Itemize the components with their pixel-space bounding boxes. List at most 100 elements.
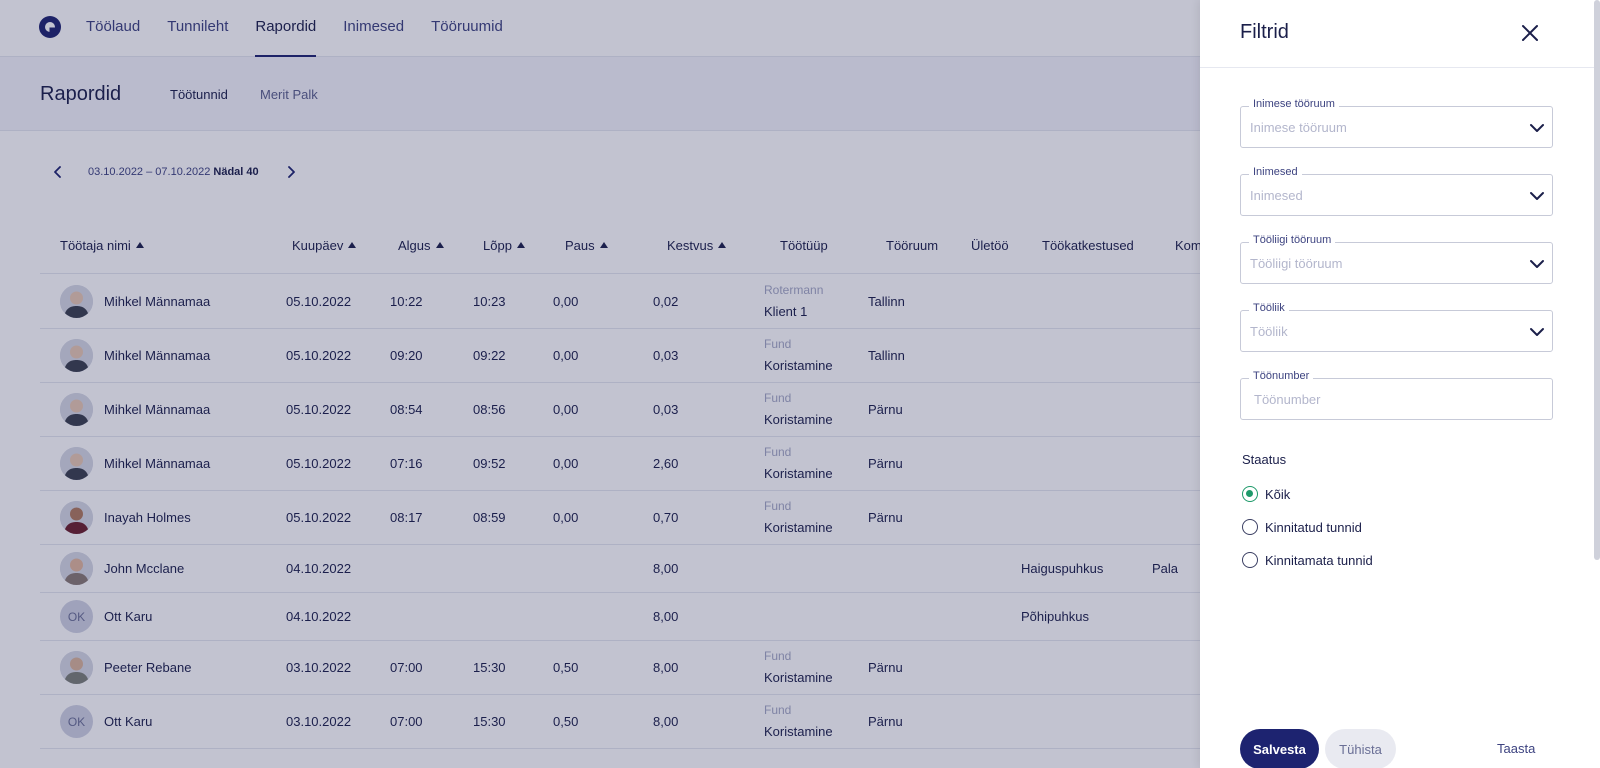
table-row[interactable]: Mihkel Männamaa 05.10.2022 10:22 10:23 0,00 0… [40, 274, 1200, 329]
sort-asc-icon [435, 242, 444, 248]
app-logo-icon[interactable] [39, 16, 61, 38]
employee-name: Mihkel Männamaa [104, 348, 211, 363]
avatar [60, 285, 93, 318]
tooliik-select[interactable]: Tööliik Tööliik [1240, 302, 1553, 352]
tab-merit-palk[interactable]: Merit Palk [260, 87, 318, 102]
sort-asc-icon [599, 242, 608, 248]
status-radio-kinnitamata[interactable]: Kinnitamata tunnid [1242, 551, 1373, 569]
week-range: 03.10.2022 – 07.10.2022 Nädal 40 [88, 166, 259, 178]
date-cell: 03.10.2022 [286, 714, 352, 729]
work-type-name: Koristamine [764, 412, 833, 427]
nav-item-tooruumid[interactable]: Tööruumid [431, 0, 503, 57]
nav-item-inimesed[interactable]: Inimesed [343, 0, 404, 57]
table-row[interactable]: Inayah Holmes 05.10.2022 08:17 08:59 0,00 0,7… [40, 491, 1200, 545]
table-row[interactable]: OK Ott Karu 03.10.2022 07:00 15:30 0,50 8,00 Pä… [40, 695, 1200, 749]
nav-item-toolaud[interactable]: Töölaud [86, 0, 140, 57]
column-header-overtime[interactable]: Ületöö [971, 238, 1009, 253]
pause-cell: 0,50 [553, 660, 579, 675]
end-time-cell: 08:56 [473, 402, 506, 417]
column-header-pause[interactable]: Paus [565, 238, 608, 253]
table-row[interactable]: Mihkel Männamaa 05.10.2022 08:54 08:56 0,00 0… [40, 383, 1200, 437]
radio-label: Kõik [1265, 486, 1291, 502]
next-week-button[interactable] [281, 162, 301, 182]
previous-week-button[interactable] [48, 162, 68, 182]
field-placeholder: Inimesed [1250, 188, 1303, 203]
filters-title: Filtrid [1240, 21, 1289, 43]
table-row[interactable]: John Mcclane 04.10.2022 8,00 Haiguspuhkus Pa… [40, 545, 1200, 593]
inimese-tooruum-select[interactable]: Inimese tööruum Inimese tööruum [1240, 98, 1553, 148]
column-header-comment[interactable]: Kom [1175, 238, 1202, 253]
column-header-type[interactable]: Töötüüp [780, 238, 828, 253]
work-type-project: Fund [764, 703, 792, 717]
table-row[interactable]: Peeter Rebane 03.10.2022 07:00 15:30 0,50 8,0… [40, 641, 1200, 695]
toonumber-input[interactable]: Töönumber Töönumber [1240, 370, 1553, 420]
tab-tootunnid[interactable]: Töötunnid [170, 87, 228, 102]
room-cell: Pärnu [868, 510, 903, 525]
nav-item-rapordid[interactable]: Rapordid [255, 0, 317, 57]
avatar [60, 501, 93, 534]
chevron-down-icon [1530, 260, 1544, 268]
status-radio-koik[interactable]: Kõik [1242, 485, 1290, 503]
column-header-room[interactable]: Tööruum [886, 238, 938, 253]
status-radio-kinnitatud[interactable]: Kinnitatud tunnid [1242, 518, 1362, 536]
duration-cell: 8,00 [653, 561, 679, 576]
filters-panel-header: Filtrid [1200, 0, 1600, 68]
column-header-start[interactable]: Algus [398, 238, 444, 253]
panel-scrollbar[interactable] [1594, 0, 1600, 560]
duration-cell: 0,03 [653, 348, 679, 363]
employee-name: Inayah Holmes [104, 510, 191, 525]
tooliigi-tooruum-select[interactable]: Tööliigi tööruum Tööliigi tööruum [1240, 234, 1553, 284]
sort-asc-icon [135, 242, 144, 248]
end-time-cell: 15:30 [473, 714, 506, 729]
pause-cell: 0,00 [553, 294, 579, 309]
column-header-label: Töötaja nimi [60, 238, 131, 253]
column-header-absences[interactable]: Töökatkestused [1042, 238, 1134, 253]
nav-item-tunnileht[interactable]: Tunnileht [167, 0, 228, 57]
chevron-down-icon [1530, 328, 1544, 336]
table-header: Töötaja nimi Kuupäev Algus Lõpp Paus Kes… [40, 220, 1202, 274]
start-time-cell: 10:22 [390, 294, 423, 309]
radio-unchecked-icon [1242, 519, 1258, 535]
table-row[interactable]: OK Ott Karu 04.10.2022 8,00 Põhipuhkus [40, 593, 1200, 641]
sort-asc-icon [718, 242, 727, 248]
date-cell: 04.10.2022 [286, 609, 352, 624]
work-type-name: Koristamine [764, 358, 833, 373]
field-placeholder: Töönumber [1254, 392, 1321, 407]
save-button[interactable]: Salvesta [1240, 729, 1319, 768]
date-cell: 04.10.2022 [286, 561, 352, 576]
avatar [60, 651, 93, 684]
work-type-name: Koristamine [764, 466, 833, 481]
table-row[interactable]: Mihkel Männamaa 05.10.2022 09:20 09:22 0,00 0… [40, 329, 1200, 383]
work-type-project: Fund [764, 649, 792, 663]
duration-cell: 8,00 [653, 660, 679, 675]
field-placeholder: Tööliik [1250, 324, 1288, 339]
start-time-cell: 07:16 [390, 456, 423, 471]
close-filters-button[interactable] [1519, 22, 1541, 44]
inimesed-select[interactable]: Inimesed Inimesed [1240, 166, 1553, 216]
absence-cell: Põhipuhkus [1021, 609, 1089, 624]
sort-asc-icon [516, 242, 525, 248]
work-type-project: Fund [764, 337, 792, 351]
page-title: Rapordid [40, 83, 122, 105]
reset-button[interactable]: Taasta [1497, 741, 1535, 756]
field-label: Inimese tööruum [1249, 98, 1339, 110]
sort-asc-icon [348, 242, 357, 248]
hours-table: Töötaja nimi Kuupäev Algus Lõpp Paus Kes… [40, 220, 1202, 749]
column-header-name[interactable]: Töötaja nimi [60, 238, 144, 253]
field-label: Tööliik [1249, 302, 1289, 314]
column-header-duration[interactable]: Kestvus [667, 238, 727, 253]
work-type-project: Fund [764, 445, 792, 459]
room-cell: Pärnu [868, 714, 903, 729]
pause-cell: 0,00 [553, 348, 579, 363]
cancel-button[interactable]: Tühista [1325, 729, 1396, 768]
room-cell: Pärnu [868, 660, 903, 675]
column-header-date[interactable]: Kuupäev [292, 238, 357, 253]
avatar [60, 393, 93, 426]
column-header-label: Lõpp [483, 238, 512, 253]
column-header-end[interactable]: Lõpp [483, 238, 525, 253]
filters-panel: Filtrid Inimese tööruum Inimese tööruum … [1200, 0, 1600, 768]
pause-cell: 0,50 [553, 714, 579, 729]
table-row[interactable]: Mihkel Männamaa 05.10.2022 07:16 09:52 0,00 2… [40, 437, 1200, 491]
work-type-name: Koristamine [764, 520, 833, 535]
radio-unchecked-icon [1242, 552, 1258, 568]
